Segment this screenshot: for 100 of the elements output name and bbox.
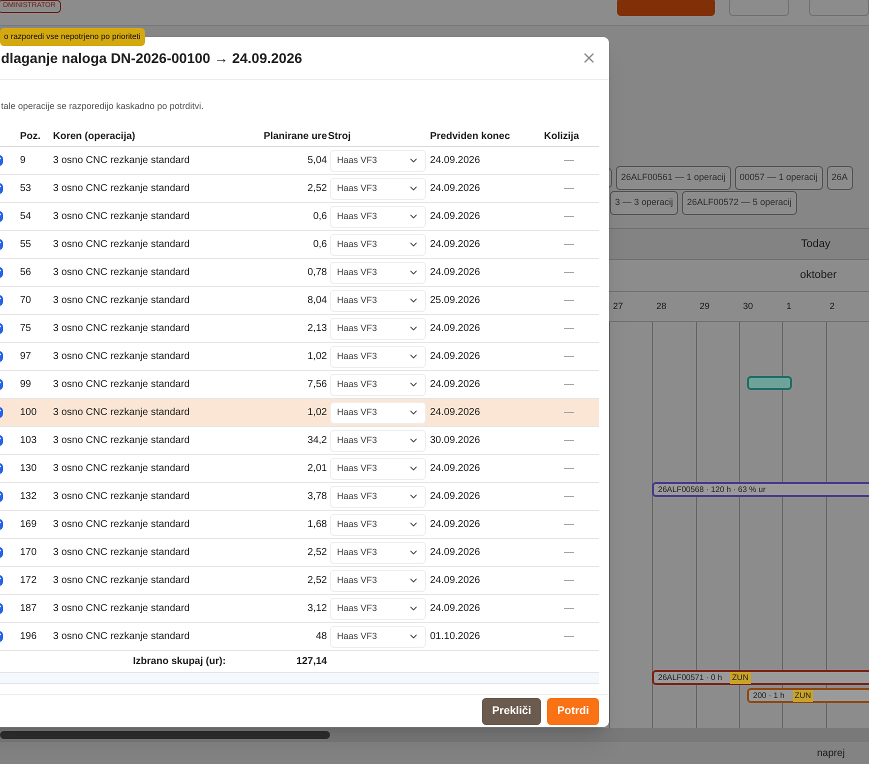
table-cell-text: 75 xyxy=(20,322,32,336)
machine-select[interactable]: Haas VF3 xyxy=(330,542,426,564)
machine-select[interactable]: Haas VF3 xyxy=(330,430,426,452)
table-cell-text: 2,52 xyxy=(306,574,327,588)
machine-select[interactable]: Haas VF3 xyxy=(330,486,426,508)
event-bar[interactable]: 26ALF00571 · 0 h ZUN xyxy=(652,670,869,685)
table-cell-text: — xyxy=(563,266,574,280)
table-row[interactable]: 56 3 osno CNC rezkanje standard 0,78 Haas VF3 24.09.2026 — xyxy=(0,259,599,287)
event-tag: ZUN xyxy=(730,672,750,684)
event-label: 26ALF00568 · 120 h · 63 % ur xyxy=(658,484,766,496)
machine-select[interactable]: Haas VF3 xyxy=(330,458,426,480)
table-cell-text: 100 xyxy=(20,406,38,420)
month-label: oktober xyxy=(800,268,837,284)
table-cell-text: 3 osno CNC rezkanje standard xyxy=(53,266,191,280)
table-row[interactable]: 97 3 osno CNC rezkanje standard 1,02 Haas VF3 24.09.2026 — xyxy=(0,343,599,371)
machine-select[interactable]: Haas VF3 xyxy=(330,598,426,620)
event-label: 200 · 1 h xyxy=(753,690,785,702)
table-cell-text: — xyxy=(563,630,574,644)
machine-select[interactable]: Haas VF3 xyxy=(330,206,426,228)
table-cell-text: 0,6 xyxy=(312,238,327,252)
machine-select[interactable]: Haas VF3 xyxy=(330,178,426,200)
table-cell-text: 3 osno CNC rezkanje standard xyxy=(53,154,191,168)
machine-select[interactable]: Haas VF3 xyxy=(330,346,426,368)
day-header: 1 xyxy=(785,300,792,313)
auto-schedule-button[interactable]: o razporedi vse nepotrjeno po prioriteti xyxy=(0,28,145,46)
table-cell-text: 1,02 xyxy=(306,350,327,364)
table-cell-text: 3,78 xyxy=(306,490,327,504)
table-cell-text: 25.09.2026 xyxy=(430,294,482,308)
machine-select[interactable]: Haas VF3 xyxy=(330,374,426,396)
table-cell-text: 3 osno CNC rezkanje standard xyxy=(53,574,191,588)
order-chip[interactable]: 00057 — 1 operacij xyxy=(734,166,823,190)
table-row[interactable]: 9 3 osno CNC rezkanje standard 5,04 Haas VF3 24.09.2026 — xyxy=(0,147,599,175)
table-cell-text: 9 xyxy=(20,154,27,168)
table-cell-text: 3 osno CNC rezkanje standard xyxy=(53,518,191,532)
table-cell-text: — xyxy=(563,378,574,392)
table-cell-text: 2,01 xyxy=(306,462,327,476)
table-row[interactable]: 170 3 osno CNC rezkanje standard 2,52 Haas VF3 24.09.2026 — xyxy=(0,539,599,567)
table-cell-text: 130 xyxy=(20,462,38,476)
table-row[interactable]: 169 3 osno CNC rezkanje standard 1,68 Haas VF3 24.09.2026 — xyxy=(0,511,599,539)
event-bar[interactable]: 200 · 1 h ZUN xyxy=(747,688,869,703)
table-row[interactable]: 130 3 osno CNC rezkanje standard 2,01 Haas VF3 24.09.2026 — xyxy=(0,455,599,483)
column-header: Planirane ure xyxy=(262,130,327,144)
order-chip[interactable]: 26ALF00561 — 1 operacij xyxy=(616,166,731,190)
today-button[interactable]: Today xyxy=(801,236,830,252)
machine-select[interactable]: Haas VF3 xyxy=(330,150,426,172)
table-cell-text: 97 xyxy=(20,350,32,364)
table-row[interactable]: 196 3 osno CNC rezkanje standard 48 Haas VF3 01.10.2026 — xyxy=(0,623,599,651)
table-cell-text: 3 osno CNC rezkanje standard xyxy=(53,462,191,476)
order-chip[interactable]: 26ALF00572 — 5 operacij xyxy=(682,191,797,215)
table-cell-text: 3 osno CNC rezkanje standard xyxy=(53,294,191,308)
table-cell-text: 3 osno CNC rezkanje standard xyxy=(53,182,191,196)
table-cell-text: 3 osno CNC rezkanje standard xyxy=(53,546,191,560)
table-cell-text: 24.09.2026 xyxy=(430,462,482,476)
table-row[interactable]: 132 3 osno CNC rezkanje standard 3,78 Haas VF3 24.09.2026 — xyxy=(0,483,599,511)
machine-select[interactable]: Haas VF3 xyxy=(330,626,426,648)
machine-select[interactable]: Haas VF3 xyxy=(330,262,426,284)
table-row[interactable]: 55 3 osno CNC rezkanje standard 0,6 Haas VF3 24.09.2026 — xyxy=(0,231,599,259)
table-row[interactable]: 187 3 osno CNC rezkanje standard 3,12 Haas VF3 24.09.2026 — xyxy=(0,595,599,623)
table-cell-text: — xyxy=(563,350,574,364)
table-row[interactable]: 172 3 osno CNC rezkanje standard 2,52 Haas VF3 24.09.2026 — xyxy=(0,567,599,595)
table-row[interactable]: 103 3 osno CNC rezkanje standard 34,2 Haas VF3 30.09.2026 — xyxy=(0,427,599,455)
table-cell-text: 5,04 xyxy=(306,154,327,168)
table-row[interactable]: 54 3 osno CNC rezkanje standard 0,6 Haas VF3 24.09.2026 — xyxy=(0,203,599,231)
table-cell-text: — xyxy=(563,210,574,224)
cancel-button[interactable]: Prekliči xyxy=(482,698,542,724)
table-cell-text: 34,2 xyxy=(306,434,327,448)
table-cell-text: — xyxy=(563,602,574,616)
table-cell-text: 48 xyxy=(314,630,327,644)
table-cell-text: 24.09.2026 xyxy=(430,518,482,532)
table-cell-text: 0,6 xyxy=(312,210,327,224)
table-cell-text: 1,68 xyxy=(306,518,327,532)
event-bar[interactable]: 26ALF00568 · 120 h · 63 % ur xyxy=(652,482,869,497)
machine-select[interactable]: Haas VF3 xyxy=(330,570,426,592)
total-label: Izbrano skupaj (ur): xyxy=(133,655,227,669)
table-cell-text: 24.09.2026 xyxy=(430,574,482,588)
table-cell-text: — xyxy=(563,294,574,308)
table-row[interactable]: 70 3 osno CNC rezkanje standard 8,04 Haas VF3 25.09.2026 — xyxy=(0,287,599,315)
table-row[interactable]: 100 3 osno CNC rezkanje standard 1,02 Haas VF3 24.09.2026 — xyxy=(0,399,599,427)
table-cell-text: 7,56 xyxy=(306,378,327,392)
machine-select[interactable]: Haas VF3 xyxy=(330,234,426,256)
table-cell-text: 3 osno CNC rezkanje standard xyxy=(53,434,191,448)
next-link[interactable]: naprej xyxy=(817,746,845,760)
table-cell-text: 53 xyxy=(20,182,32,196)
machine-select[interactable]: Haas VF3 xyxy=(330,318,426,340)
table-cell-text: 187 xyxy=(20,602,38,616)
scrollbar-thumb[interactable] xyxy=(0,731,330,739)
table-row[interactable]: 53 3 osno CNC rezkanje standard 2,52 Haas VF3 24.09.2026 — xyxy=(0,175,599,203)
day-header: 28 xyxy=(655,300,668,313)
order-chip[interactable]: 3 — 3 operacij xyxy=(610,191,678,215)
table-cell-text: 8,04 xyxy=(306,294,327,308)
table-row[interactable]: 75 3 osno CNC rezkanje standard 2,13 Haas VF3 24.09.2026 — xyxy=(0,315,599,343)
table-row[interactable]: 99 3 osno CNC rezkanje standard 7,56 Haas VF3 24.09.2026 — xyxy=(0,371,599,399)
machine-select[interactable]: Haas VF3 xyxy=(330,514,426,536)
order-chip[interactable]: 26A xyxy=(826,166,853,190)
machine-select[interactable]: Haas VF3 xyxy=(330,290,426,312)
table-cell-text: 24.09.2026 xyxy=(430,322,482,336)
machine-select[interactable]: Haas VF3 xyxy=(330,402,426,424)
day-header: 29 xyxy=(698,300,711,313)
table-cell-text: 24.09.2026 xyxy=(430,210,482,224)
table-cell-text: 30.09.2026 xyxy=(430,434,482,448)
